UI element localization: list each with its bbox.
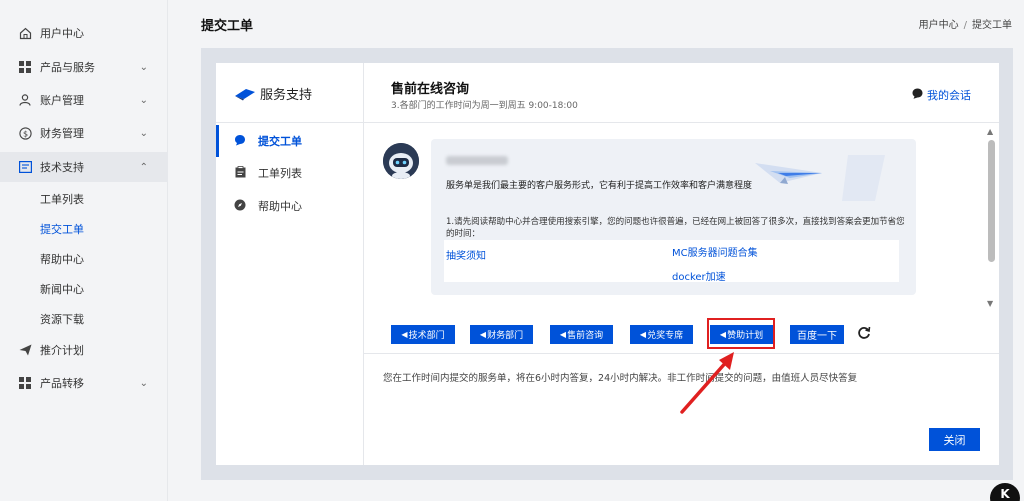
refresh-icon[interactable] [857, 326, 871, 344]
sidebar-subitem-label: 提交工单 [40, 223, 84, 236]
send-icon: ◀ [639, 330, 647, 339]
user-icon [18, 93, 32, 107]
baidu-button[interactable]: 百度一下 [790, 325, 844, 344]
consult-title: 售前在线咨询 [391, 82, 470, 97]
consult-subtitle: 3.各部门的工作时间为周一到周五 9:00-18:00 [391, 101, 578, 111]
bot-avatar [383, 143, 419, 179]
scroll-thumb[interactable] [988, 140, 995, 262]
sidebar-item-referral[interactable]: 推介计划 [0, 335, 168, 365]
svg-text:$: $ [22, 129, 27, 138]
send-icon: ◀ [559, 330, 567, 339]
compass-icon [234, 199, 246, 214]
dept-button-label: 百度一下 [797, 331, 837, 342]
grid-icon [18, 376, 32, 390]
divider [364, 122, 999, 123]
sidebar-item-tech-support[interactable]: 技术支持 ⌃ [0, 152, 168, 182]
support-menu [216, 63, 364, 465]
dept-button-tech[interactable]: ◀ 技术部门 [391, 325, 455, 344]
support-menu-label: 帮助中心 [258, 200, 302, 213]
sidebar-item-finance[interactable]: $ 财务管理 ⌄ [0, 118, 168, 148]
send-icon: ◀ [401, 330, 408, 339]
blurred-sender-name [446, 156, 508, 165]
sidebar-subitem-label: 资源下载 [40, 313, 84, 326]
grid-icon [18, 60, 32, 74]
sidebar-item-label: 账户管理 [40, 94, 84, 107]
send-icon: ◀ [479, 330, 487, 339]
close-button[interactable]: 关闭 [929, 428, 980, 451]
highlight-box [707, 318, 775, 349]
chevron-down-icon: ⌄ [139, 61, 148, 73]
chat-bubble-icon [912, 88, 923, 102]
message-text: 服务单是我们最主要的客户服务形式，它有利于提高工作效率和客户满意程度 [446, 181, 753, 191]
sidebar-subitem-ticket-list[interactable]: 工单列表 [0, 184, 168, 214]
dept-button-label: 财务部门 [487, 331, 524, 341]
sidebar-item-label: 财务管理 [40, 127, 84, 140]
sidebar-subitem-label: 帮助中心 [40, 253, 84, 266]
support-menu-label: 提交工单 [258, 135, 302, 148]
chevron-down-icon: ⌄ [139, 377, 148, 389]
chevron-up-icon: ⌃ [139, 161, 148, 173]
breadcrumb-separator: / [963, 20, 967, 31]
support-brand: 服务支持 [234, 84, 312, 103]
page-title: 提交工单 [201, 19, 254, 34]
chevron-down-icon: ⌄ [139, 94, 148, 106]
dept-button-prize[interactable]: ◀ 兑奖专席 [630, 325, 693, 344]
support-menu-label: 工单列表 [258, 167, 302, 180]
help-link-lottery[interactable]: 抽奖须知 [446, 247, 486, 262]
sidebar-subitem-label: 新闻中心 [40, 283, 84, 296]
cloud-logo-icon [235, 88, 255, 100]
sidebar-item-account[interactable]: 账户管理 ⌄ [0, 85, 168, 115]
scroll-down-icon[interactable]: ▼ [987, 299, 993, 308]
support-menu-help-center[interactable]: 帮助中心 [216, 190, 364, 222]
sidebar-item-user-center[interactable]: 用户中心 [0, 18, 168, 48]
support-menu-submit-ticket[interactable]: 提交工单 [216, 125, 364, 157]
sidebar: 用户中心 产品与服务 ⌄ 账户管理 ⌄ $ 财务管理 ⌄ 技术支持 ⌃ 工单列表… [0, 0, 168, 501]
support-menu-ticket-list[interactable]: 工单列表 [216, 157, 364, 189]
ticket-icon [18, 160, 32, 174]
dept-button-presales[interactable]: ◀ 售前咨询 [550, 325, 613, 344]
chevron-down-icon: ⌄ [139, 127, 148, 139]
dept-button-finance[interactable]: ◀ 财务部门 [470, 325, 533, 344]
help-link-docker[interactable]: docker加速 [672, 268, 726, 283]
my-session-link[interactable]: 我的会话 [912, 87, 971, 103]
home-icon [18, 26, 32, 40]
sidebar-item-label: 产品与服务 [40, 61, 95, 74]
response-time-notice: 您在工作时间内提交的服务单，将在6小时内答复，24小时内解决。非工作时间提交的问… [383, 373, 858, 384]
sidebar-item-label: 技术支持 [40, 161, 84, 174]
dept-button-label: 兑奖专席 [647, 331, 684, 341]
dept-button-label: 售前咨询 [567, 331, 604, 341]
corner-badge: K [990, 483, 1020, 501]
sidebar-item-label: 推介计划 [40, 344, 84, 357]
sidebar-subitem-help-center[interactable]: 帮助中心 [0, 244, 168, 274]
divider [216, 122, 364, 123]
sidebar-item-products[interactable]: 产品与服务 ⌄ [0, 52, 168, 82]
breadcrumb-user-center[interactable]: 用户中心 [919, 20, 959, 31]
annotation-arrow-icon [680, 352, 734, 414]
robot-icon [383, 143, 419, 179]
help-link-mc-faq[interactable]: MC服务器问题合集 [672, 244, 758, 259]
my-session-label: 我的会话 [927, 89, 971, 102]
sidebar-subitem-label: 工单列表 [40, 193, 84, 206]
breadcrumb: 用户中心 / 提交工单 [919, 16, 1012, 31]
sidebar-item-product-transfer[interactable]: 产品转移 ⌄ [0, 368, 168, 398]
paper-plane-illustration [755, 155, 885, 201]
chat-icon [234, 134, 246, 149]
send-icon [18, 343, 32, 357]
sidebar-subitem-submit-ticket[interactable]: 提交工单 [0, 214, 168, 244]
breadcrumb-current: 提交工单 [972, 20, 1012, 31]
dollar-icon: $ [18, 126, 32, 140]
message-tip: 1.请先阅读帮助中心并合理使用搜索引擎，您的问题也许很普遍，已经在网上被回答了很… [446, 217, 905, 239]
sidebar-item-label: 用户中心 [40, 27, 84, 40]
dept-button-label: 技术部门 [408, 331, 445, 341]
sidebar-item-label: 产品转移 [40, 377, 84, 390]
scroll-up-icon[interactable]: ▲ [987, 127, 993, 136]
sidebar-subitem-downloads[interactable]: 资源下载 [0, 304, 168, 334]
clipboard-icon [234, 165, 246, 181]
support-brand-label: 服务支持 [260, 88, 313, 103]
sidebar-subitem-news-center[interactable]: 新闻中心 [0, 274, 168, 304]
